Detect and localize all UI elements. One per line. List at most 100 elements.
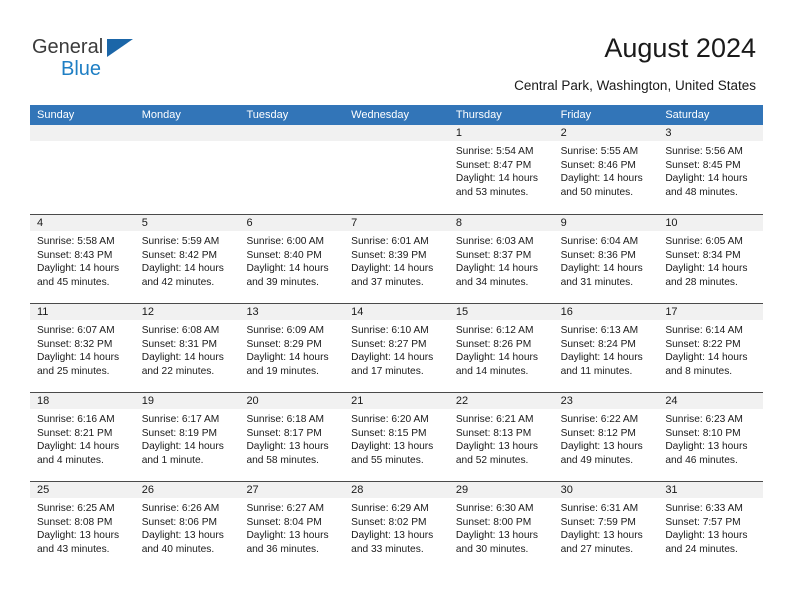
sunrise-time: Sunrise: 6:29 AM xyxy=(351,503,429,514)
calendar-day-cell[interactable]: 21 Sunrise: 6:20 AM Sunset: 8:15 PM Dayligh… xyxy=(344,393,449,481)
calendar-day-cell[interactable]: 19 Sunrise: 6:17 AM Sunset: 8:19 PM Dayligh… xyxy=(134,393,240,481)
daylight-duration-line2: and 55 minutes. xyxy=(351,454,424,466)
day-sun-details: Sunrise: 6:26 AM Sunset: 8:06 PM Daylight:… xyxy=(135,498,240,556)
sunset-time: Sunset: 8:40 PM xyxy=(246,249,322,261)
sunrise-time: Sunrise: 5:56 AM xyxy=(665,146,743,157)
calendar-day-cell[interactable]: 14 Sunrise: 6:10 AM Sunset: 8:27 PM Dayligh… xyxy=(344,304,449,392)
calendar-day-cell[interactable]: 8 Sunrise: 6:03 AM Sunset: 8:37 PM Daylight… xyxy=(448,215,554,303)
sunset-time: Sunset: 8:13 PM xyxy=(455,427,532,439)
sunrise-time: Sunrise: 6:31 AM xyxy=(560,503,639,514)
day-number-band xyxy=(239,125,345,141)
day-number-band: 24 xyxy=(658,393,764,409)
day-sun-details: Sunrise: 6:09 AM Sunset: 8:29 PM Daylight:… xyxy=(239,320,344,378)
daylight-duration-line1: Daylight: 14 hours xyxy=(141,263,224,275)
sunrise-time: Sunrise: 6:22 AM xyxy=(560,414,639,425)
sunset-time: Sunset: 8:31 PM xyxy=(141,338,218,350)
day-number-band: 17 xyxy=(658,304,764,320)
calendar-day-cell[interactable]: 9 Sunrise: 6:04 AM Sunset: 8:36 PM Daylight… xyxy=(553,215,659,303)
calendar-day-cell[interactable]: 13 Sunrise: 6:09 AM Sunset: 8:29 PM Dayligh… xyxy=(239,304,345,392)
daylight-duration-line1: Daylight: 13 hours xyxy=(560,441,643,453)
day-number-band: 15 xyxy=(448,304,554,320)
day-sun-details: Sunrise: 6:30 AM Sunset: 8:00 PM Daylight:… xyxy=(449,498,554,556)
calendar-day-cell[interactable]: 16 Sunrise: 6:13 AM Sunset: 8:24 PM Dayligh… xyxy=(553,304,659,392)
daylight-duration-line1: Daylight: 13 hours xyxy=(560,530,643,542)
sunset-time: Sunset: 8:19 PM xyxy=(141,427,218,439)
calendar-day-cell[interactable]: 22 Sunrise: 6:21 AM Sunset: 8:13 PM Dayligh… xyxy=(448,393,554,481)
day-number: 9 xyxy=(560,217,567,229)
calendar-day-cell[interactable]: 17 Sunrise: 6:14 AM Sunset: 8:22 PM Dayligh… xyxy=(658,304,764,392)
calendar-day-cell[interactable]: 24 Sunrise: 6:23 AM Sunset: 8:10 PM Dayligh… xyxy=(658,393,764,481)
daylight-duration-line2: and 14 minutes. xyxy=(455,365,529,377)
calendar-day-cell[interactable]: 29 Sunrise: 6:30 AM Sunset: 8:00 PM Dayligh… xyxy=(448,482,554,570)
sunset-time: Sunset: 8:42 PM xyxy=(141,249,218,261)
calendar-day-cell[interactable]: 20 Sunrise: 6:18 AM Sunset: 8:17 PM Dayligh… xyxy=(239,393,345,481)
day-number-band: 21 xyxy=(344,393,449,409)
day-number: 11 xyxy=(37,306,49,318)
sunset-time: Sunset: 8:17 PM xyxy=(246,427,322,439)
sunrise-time: Sunrise: 6:20 AM xyxy=(351,414,429,425)
day-number-band: 27 xyxy=(239,482,345,498)
calendar-day-cell[interactable]: 12 Sunrise: 6:08 AM Sunset: 8:31 PM Dayligh… xyxy=(134,304,240,392)
calendar-day-cell[interactable]: 3 Sunrise: 5:56 AM Sunset: 8:45 PM Daylight… xyxy=(658,125,764,214)
calendar-day-cell[interactable]: 28 Sunrise: 6:29 AM Sunset: 8:02 PM Dayligh… xyxy=(344,482,449,570)
weekday-header-row: Sunday Monday Tuesday Wednesday Thursday… xyxy=(30,105,763,125)
sunrise-time: Sunrise: 6:12 AM xyxy=(455,325,534,336)
calendar-day-cell[interactable]: 10 Sunrise: 6:05 AM Sunset: 8:34 PM Dayligh… xyxy=(658,215,764,303)
daylight-duration-line2: and 28 minutes. xyxy=(665,276,738,288)
calendar-day-cell[interactable]: 18 Sunrise: 6:16 AM Sunset: 8:21 PM Dayligh… xyxy=(30,393,135,481)
calendar-day-cell[interactable]: 4 Sunrise: 5:58 AM Sunset: 8:43 PM Daylight… xyxy=(30,215,135,303)
sunrise-time: Sunrise: 6:25 AM xyxy=(37,503,115,514)
daylight-duration-line2: and 46 minutes. xyxy=(665,454,738,466)
day-sun-details: Sunrise: 6:04 AM Sunset: 8:36 PM Daylight:… xyxy=(554,231,659,289)
sunset-time: Sunset: 8:47 PM xyxy=(455,159,532,171)
day-number: 25 xyxy=(37,484,50,496)
day-sun-details: Sunrise: 6:20 AM Sunset: 8:15 PM Daylight:… xyxy=(344,409,449,467)
day-sun-details: Sunrise: 5:54 AM Sunset: 8:47 PM Daylight:… xyxy=(449,141,554,199)
day-number-band: 28 xyxy=(344,482,449,498)
sunrise-time: Sunrise: 6:04 AM xyxy=(560,236,639,247)
sunrise-time: Sunrise: 5:54 AM xyxy=(455,146,534,157)
sunset-time: Sunset: 8:37 PM xyxy=(455,249,532,261)
daylight-duration-line2: and 25 minutes. xyxy=(37,365,110,377)
calendar-day-cell[interactable]: 5 Sunrise: 5:59 AM Sunset: 8:42 PM Daylight… xyxy=(134,215,240,303)
calendar-day-cell[interactable]: 2 Sunrise: 5:55 AM Sunset: 8:46 PM Daylight… xyxy=(553,125,659,214)
daylight-duration-line2: and 33 minutes. xyxy=(351,543,424,555)
calendar-day-cell[interactable]: 6 Sunrise: 6:00 AM Sunset: 8:40 PM Daylight… xyxy=(239,215,345,303)
calendar-week-row: 4 Sunrise: 5:58 AM Sunset: 8:43 PM Daylight… xyxy=(30,214,764,303)
daylight-duration-line1: Daylight: 13 hours xyxy=(665,530,748,542)
daylight-duration-line2: and 49 minutes. xyxy=(560,454,634,466)
day-number-band: 23 xyxy=(553,393,659,409)
page-title: August 2024 xyxy=(604,33,756,63)
generalblue-logo[interactable]: General Blue xyxy=(32,36,212,84)
calendar-day-cell[interactable]: 1 Sunrise: 5:54 AM Sunset: 8:47 PM Daylight… xyxy=(448,125,554,214)
day-number-band: 11 xyxy=(30,304,135,320)
day-number-band: 10 xyxy=(658,215,764,231)
daylight-duration-line2: and 37 minutes. xyxy=(351,276,424,288)
sunrise-time: Sunrise: 6:30 AM xyxy=(455,503,534,514)
calendar-day-cell[interactable]: 15 Sunrise: 6:12 AM Sunset: 8:26 PM Dayligh… xyxy=(448,304,554,392)
daylight-duration-line1: Daylight: 14 hours xyxy=(141,441,224,453)
daylight-duration-line1: Daylight: 13 hours xyxy=(246,441,329,453)
calendar-day-cell[interactable]: 26 Sunrise: 6:26 AM Sunset: 8:06 PM Dayligh… xyxy=(134,482,240,570)
sunset-time: Sunset: 8:29 PM xyxy=(246,338,322,350)
calendar-day-cell[interactable]: 30 Sunrise: 6:31 AM Sunset: 7:59 PM Dayligh… xyxy=(553,482,659,570)
calendar-day-cell[interactable]: 7 Sunrise: 6:01 AM Sunset: 8:39 PM Daylight… xyxy=(344,215,449,303)
calendar-day-cell[interactable]: 27 Sunrise: 6:27 AM Sunset: 8:04 PM Dayligh… xyxy=(239,482,345,570)
calendar-day-cell[interactable]: 23 Sunrise: 6:22 AM Sunset: 8:12 PM Dayligh… xyxy=(553,393,659,481)
day-sun-details: Sunrise: 5:56 AM Sunset: 8:45 PM Daylight:… xyxy=(658,141,763,199)
sunset-time: Sunset: 8:34 PM xyxy=(665,249,741,261)
sunset-time: Sunset: 8:12 PM xyxy=(560,427,636,439)
sunset-time: Sunset: 8:36 PM xyxy=(560,249,636,261)
daylight-duration-line1: Daylight: 13 hours xyxy=(351,441,434,453)
sunset-time: Sunset: 8:24 PM xyxy=(560,338,636,350)
calendar-day-cell[interactable]: 31 Sunrise: 6:33 AM Sunset: 7:57 PM Dayligh… xyxy=(658,482,764,570)
daylight-duration-line2: and 19 minutes. xyxy=(246,365,319,377)
weekday-header-saturday: Saturday xyxy=(665,109,710,121)
daylight-duration-line1: Daylight: 13 hours xyxy=(351,530,434,542)
sunset-time: Sunset: 8:10 PM xyxy=(665,427,741,439)
daylight-duration-line1: Daylight: 14 hours xyxy=(351,263,434,275)
calendar-day-cell[interactable]: 11 Sunrise: 6:07 AM Sunset: 8:32 PM Dayligh… xyxy=(30,304,135,392)
sunrise-time: Sunrise: 6:33 AM xyxy=(665,503,743,514)
calendar-day-cell[interactable]: 25 Sunrise: 6:25 AM Sunset: 8:08 PM Dayligh… xyxy=(30,482,135,570)
day-sun-details: Sunrise: 6:14 AM Sunset: 8:22 PM Daylight:… xyxy=(658,320,763,378)
